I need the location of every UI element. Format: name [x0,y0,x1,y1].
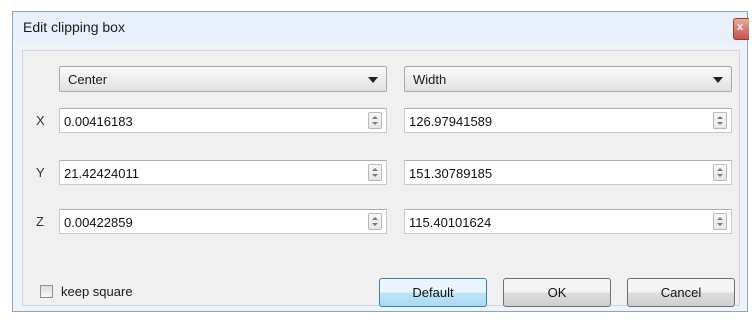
keep-square-checkbox[interactable] [40,285,53,298]
spin-arrows-icon[interactable] [713,164,727,181]
ok-button[interactable]: OK [503,278,611,307]
center-mode-value: Center [68,72,108,87]
y-center-value: 21.42424011 [64,166,139,181]
keep-square-label[interactable]: keep square [61,284,133,299]
axis-label-x: X [36,113,45,128]
axis-label-y: Y [36,165,45,180]
spin-arrows-icon[interactable] [713,213,727,230]
spin-arrows-icon[interactable] [713,112,727,129]
z-width-spinbox[interactable]: 115.40101624 [404,209,732,234]
y-center-spinbox[interactable]: 21.42424011 [59,160,387,185]
axis-label-z: Z [36,214,44,229]
z-center-value: 0.00422859 [64,215,133,230]
y-width-value: 151.30789185 [409,166,493,181]
z-center-spinbox[interactable]: 0.00422859 [59,209,387,234]
y-width-spinbox[interactable]: 151.30789185 [404,160,732,185]
x-center-spinbox[interactable]: 0.00416183 [59,108,387,133]
close-button[interactable]: x [733,18,749,40]
spin-arrows-icon[interactable] [368,213,382,230]
edit-clipping-box-dialog: Edit clipping box x Center Width X 0.004… [12,11,749,312]
z-width-value: 115.40101624 [409,215,492,230]
default-button[interactable]: Default [379,278,487,307]
spin-arrows-icon[interactable] [368,164,382,181]
spin-arrows-icon[interactable] [368,112,382,129]
center-mode-dropdown[interactable]: Center [59,66,387,92]
chevron-down-icon [368,77,378,83]
dialog-body: Center Width X 0.00416183 126.97941589 Y… [22,50,740,307]
chevron-down-icon [713,77,723,83]
close-icon: x [737,21,744,33]
window-title: Edit clipping box [23,19,125,35]
title-bar[interactable]: Edit clipping box x [13,12,749,43]
x-width-value: 126.97941589 [409,114,493,129]
size-mode-value: Width [413,72,447,87]
x-width-spinbox[interactable]: 126.97941589 [404,108,732,133]
x-center-value: 0.00416183 [64,114,133,129]
size-mode-dropdown[interactable]: Width [404,66,732,92]
cancel-button[interactable]: Cancel [627,278,735,307]
